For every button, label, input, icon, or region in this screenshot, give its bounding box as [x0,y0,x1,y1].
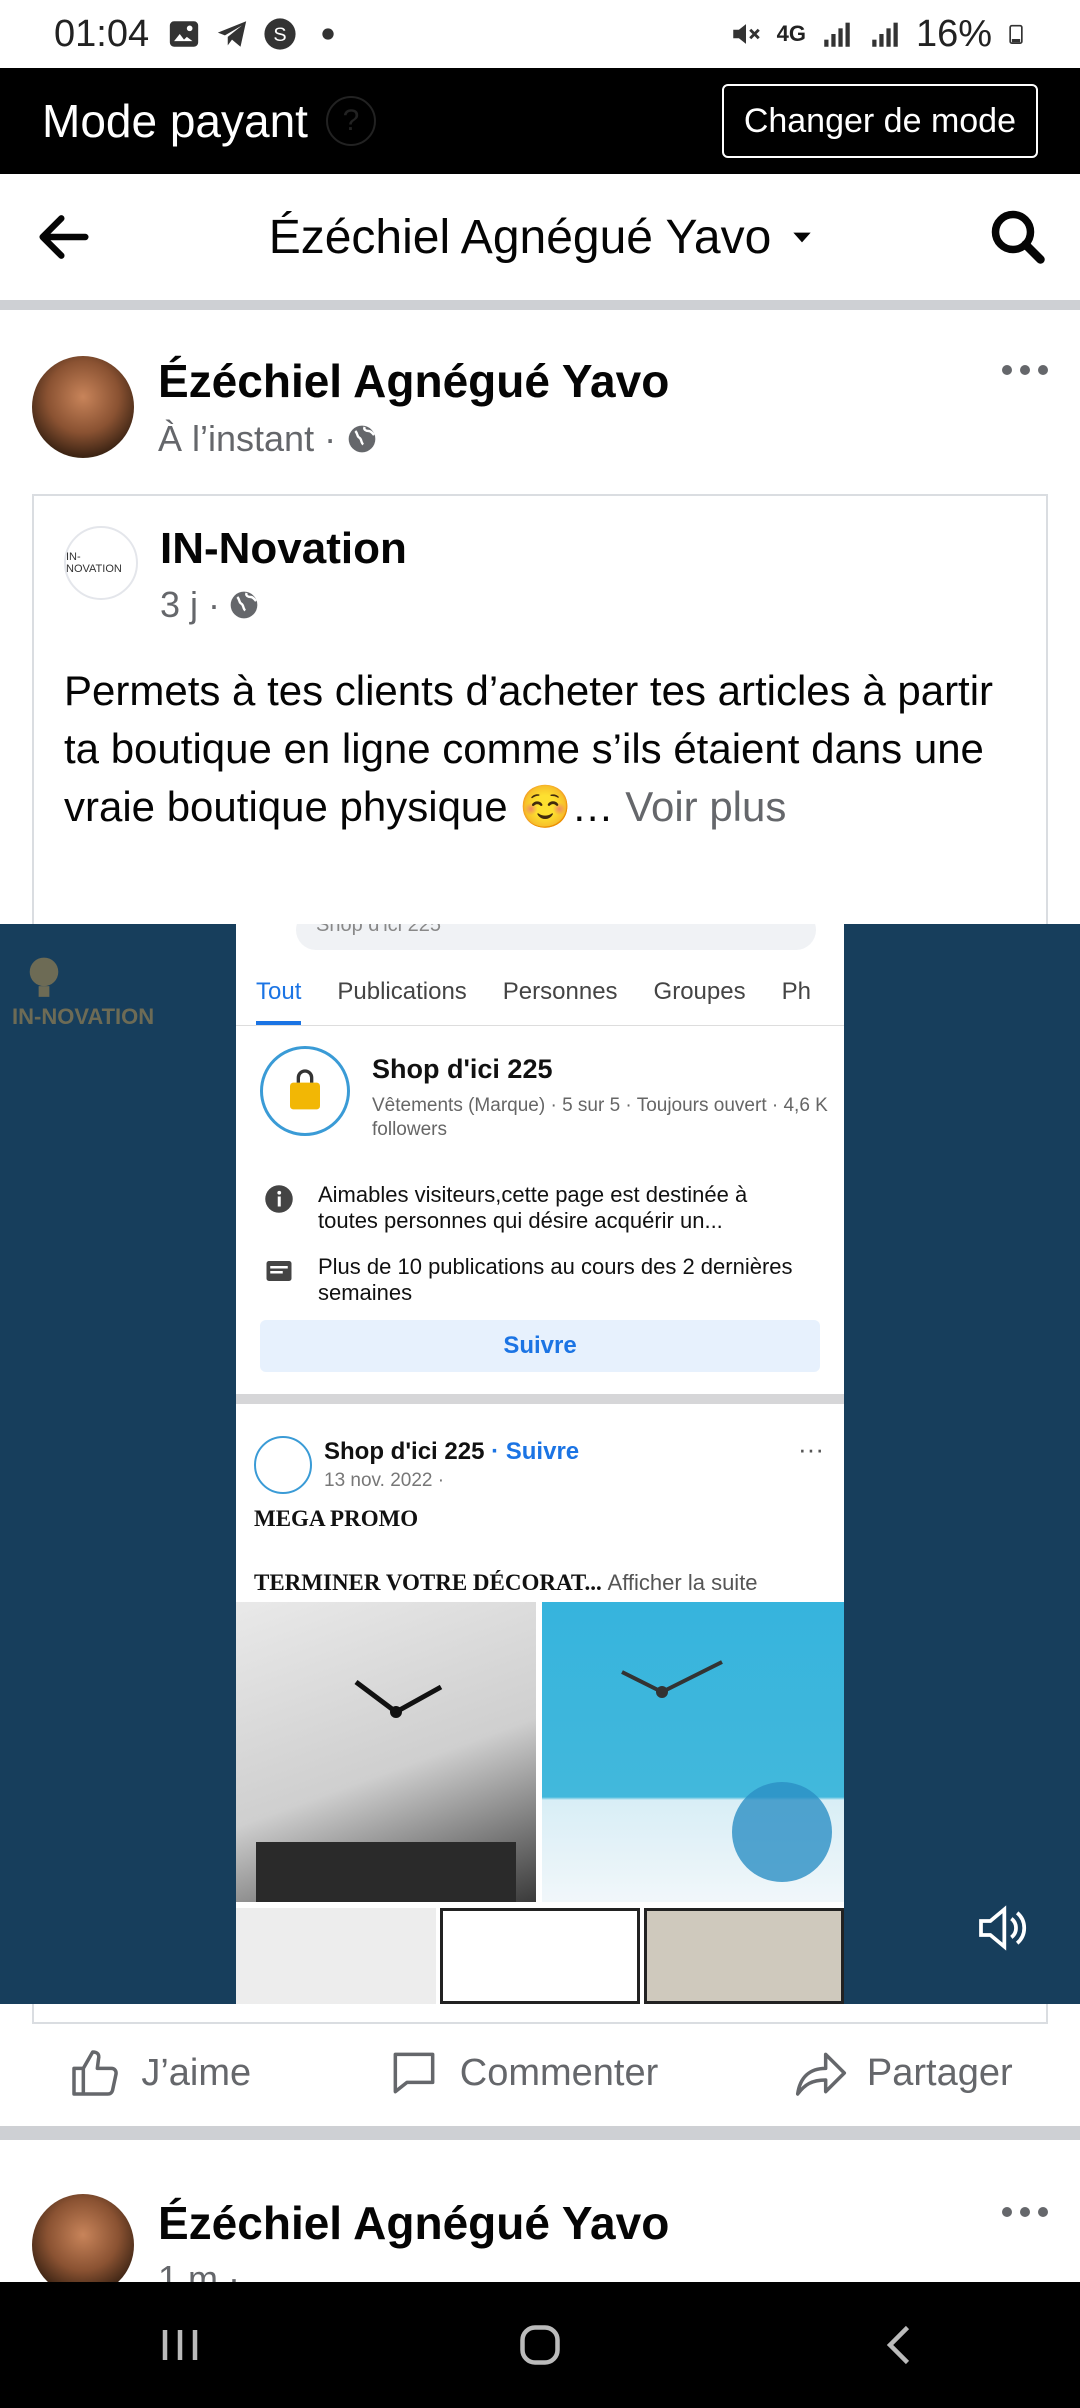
shazam-icon: S [264,18,296,50]
page-avatar[interactable]: IN-NOVATION [64,526,138,600]
post-time: À l’instant · [158,418,337,459]
signal-icon-2 [872,22,898,47]
search-icon[interactable] [988,207,1048,267]
inner-tab-photos: Ph [781,978,811,1005]
like-label: J’aime [141,2051,252,2094]
inner-search-text: Shop d'ici 225 [316,924,442,936]
inner-tabs: Tout Publications Personnes Groupes Ph [236,964,844,1026]
inner-shop-name: Shop d'ici 225 [372,1054,553,1084]
clock-photo-3 [236,1908,436,2004]
home-icon[interactable] [510,2315,570,2375]
comment-button[interactable]: Commenter [386,2045,659,2101]
shopping-bag-icon [290,1069,320,1110]
lightbulb-icon [29,957,59,997]
notification-icons: S [167,17,345,51]
feed-post: Ézéchiel Agnégué Yavo À l’instant · IN-N… [0,320,1080,2024]
inner-post-logo [254,1436,312,1494]
mode-title: Mode payant [42,95,308,147]
next-post-author[interactable]: Ézéchiel Agnégué Yavo [158,2196,669,2250]
inner-follow-button: Suivre [260,1320,820,1372]
battery-percent: 16% [915,12,992,55]
header-title: Ézéchiel Agnégué Yavo [268,210,772,264]
feed-icon [266,1261,292,1281]
inner-activity-row: Plus de 10 publications au cours des 2 d… [264,1254,804,1306]
battery-icon [1009,24,1023,45]
clock-photo-1 [236,1602,536,1902]
svg-text:S: S [273,24,286,46]
shared-header: IN-NOVATION IN-Novation 3 j · [34,496,1046,626]
share-label: Partager [866,2051,1013,2094]
dot-icon [322,28,334,40]
gallery-icon [169,21,199,47]
thumbs-up-icon [72,2050,119,2096]
help-icon[interactable]: ? [325,96,376,146]
avatar[interactable] [32,2194,134,2282]
mute-icon [732,24,760,44]
clock-photo-4 [440,1908,640,2004]
inner-post-date: 13 nov. 2022 · [324,1470,445,1491]
app-header: Ézéchiel Agnégué Yavo [0,174,1080,310]
inner-search-bar: Shop d'ici 225 [296,924,816,950]
screen-recording: Shop d'ici 225 Tout Publications Personn… [236,924,844,2004]
shop-logo [260,1046,350,1136]
more-options-icon[interactable] [1000,360,1050,380]
page-logo-text: IN-NOVATION [66,551,122,575]
status-time: 01:04 [54,12,150,55]
next-post-time: 1 m · [158,2258,241,2282]
mode-banner: Mode payant ? Changer de mode [0,68,1080,174]
caret-down-icon [793,232,811,243]
clock-photo-2 [542,1602,844,1902]
inner-tab-personnes: Personnes [502,978,618,1005]
like-button[interactable]: J’aime [67,2045,251,2101]
page-name[interactable]: IN-Novation [160,524,407,574]
speaker-icon[interactable] [974,1900,1030,1956]
post-video[interactable]: IN-NOVATION Shop d'ici 225 Tout Publicat… [0,924,1080,2004]
back-icon[interactable] [870,2315,930,2375]
inner-about-row: Aimables visiteurs,cette page est destin… [264,1182,804,1234]
post-meta: À l’instant · [158,418,378,460]
inner-more-icon: ··· [798,1434,824,1464]
signal-icon [824,22,850,47]
share-button[interactable]: Partager [793,2045,1013,2101]
avatar[interactable] [32,356,134,458]
system-nav-bar [0,2282,1080,2408]
post-author[interactable]: Ézéchiel Agnégué Yavo [158,354,669,408]
recent-apps-icon[interactable] [150,2315,210,2375]
next-post: Ézéchiel Agnégué Yavo 1 m · [0,2140,1080,2282]
globe-icon [230,591,258,619]
wall-clock-icon [621,1660,832,1882]
inner-post-name: Shop d'ici 225 · Suivre [324,1438,580,1465]
back-arrow-icon[interactable] [32,205,96,269]
inner-promo-title: MEGA PROMO [254,1506,419,1531]
profile-switcher[interactable]: Ézéchiel Agnégué Yavo [96,210,988,265]
network-type: 4G [776,21,806,46]
globe-icon [348,425,376,453]
telegram-icon [217,21,247,47]
wall-clock-icon [256,1680,516,1902]
post-header: Ézéchiel Agnégué Yavo À l’instant · [0,320,1080,488]
brand-watermark: IN-NOVATION [12,954,162,1034]
system-icons: 4G 16% [729,13,1026,56]
see-more-link[interactable]: Voir plus [625,783,786,830]
inner-promo-line: TERMINER VOTRE DÉCORAT... Afficher la su… [254,1570,758,1595]
post-caption: Permets à tes clients d’acheter tes arti… [64,662,1024,836]
clock-photo-5 [644,1908,844,2004]
comment-label: Commenter [459,2051,659,2094]
shared-meta: 3 j · [160,584,260,626]
inner-divider [236,1394,844,1404]
inner-tab-publications: Publications [337,978,467,1005]
status-bar: 01:04 S 4G 16% [0,0,1080,68]
inner-tab-groupes: Groupes [653,978,746,1005]
post-actions: J’aime Commenter Partager [0,2020,1080,2140]
more-options-icon[interactable] [1000,2202,1050,2222]
inner-shop-info: Vêtements (Marque) · 5 sur 5 · Toujours … [372,1095,828,1140]
share-arrow-icon [795,2052,846,2096]
caption-text: Permets à tes clients d’acheter tes arti… [64,667,994,830]
shared-time: 3 j · [160,584,221,625]
change-mode-button[interactable]: Changer de mode [721,84,1038,158]
inner-tab-tout: Tout [256,964,302,1025]
comment-icon [393,2052,435,2094]
info-icon [265,1185,293,1213]
